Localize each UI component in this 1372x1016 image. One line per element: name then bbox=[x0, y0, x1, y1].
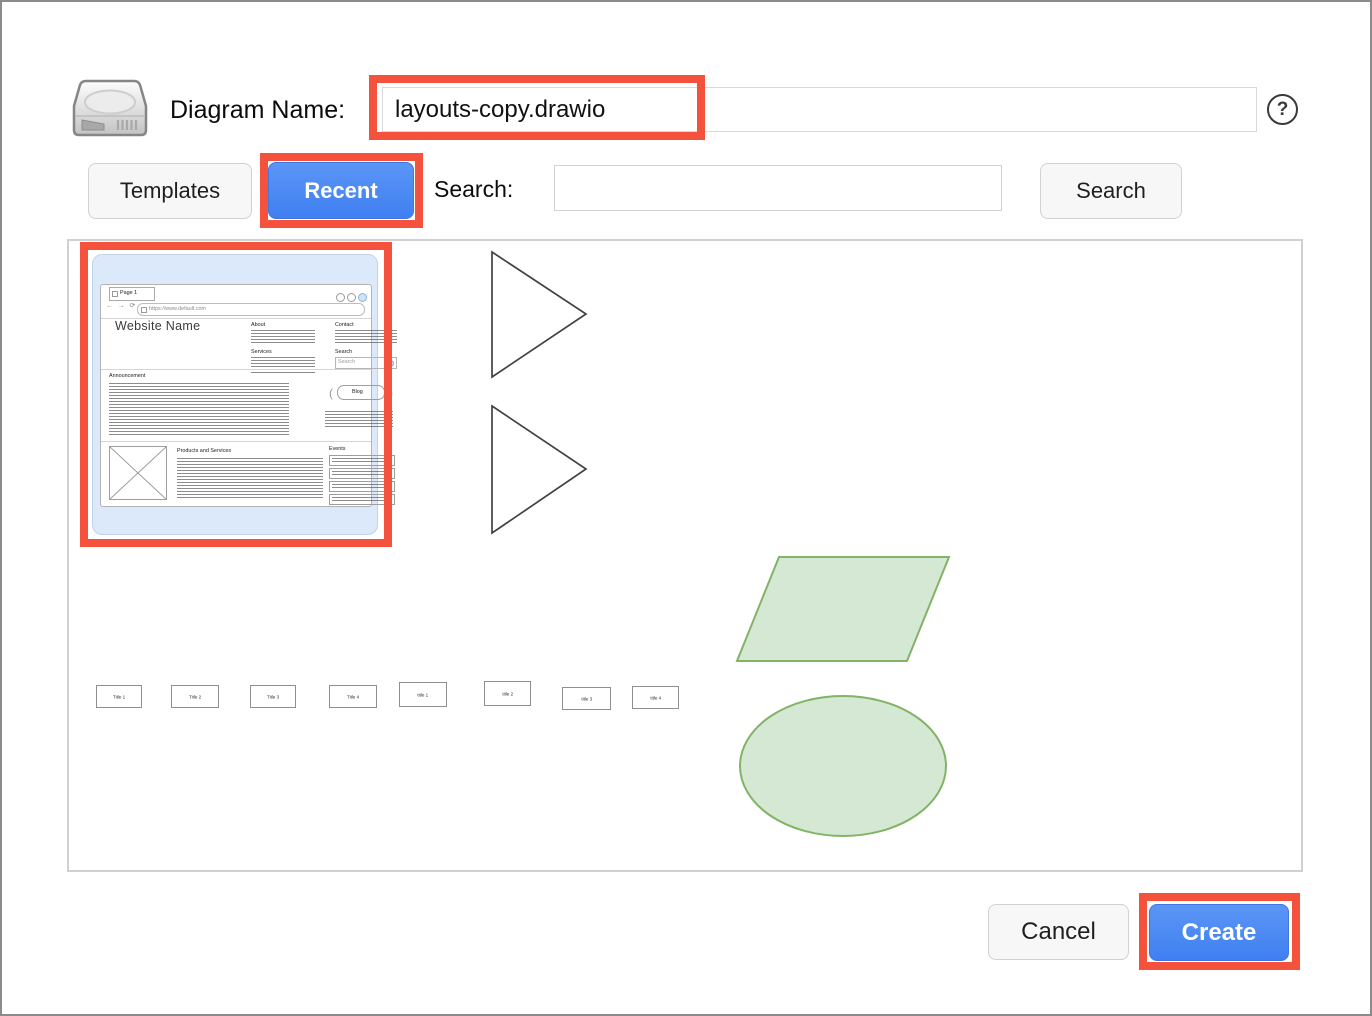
chevron-right-icon: ) bbox=[389, 386, 393, 400]
divider bbox=[101, 441, 371, 442]
mockup-blog-label: Blog bbox=[352, 388, 363, 394]
template-triangle-1[interactable] bbox=[490, 250, 589, 379]
search-button[interactable]: Search bbox=[1040, 163, 1182, 219]
event-item-box bbox=[329, 455, 395, 466]
search-label: Search: bbox=[434, 176, 513, 203]
magnifier-icon bbox=[387, 360, 394, 367]
create-diagram-dialog: Diagram Name: ? Templates Recent Search:… bbox=[0, 0, 1372, 1016]
window-control-icon bbox=[336, 293, 345, 302]
templates-tab-button[interactable]: Templates bbox=[88, 163, 252, 219]
image-placeholder-icon bbox=[109, 446, 167, 500]
mockup-url-text: https://www.default.com bbox=[149, 305, 206, 311]
templates-panel: Page 1 ← → ⟳ https://www.default.com Web… bbox=[67, 239, 1303, 872]
event-item-box bbox=[329, 494, 395, 505]
create-button[interactable]: Create bbox=[1149, 904, 1289, 961]
mockup-browser-window: Page 1 ← → ⟳ https://www.default.com Web… bbox=[100, 284, 372, 507]
divider bbox=[101, 369, 371, 370]
placeholder-text bbox=[251, 330, 315, 344]
mockup-services-heading: Services bbox=[251, 348, 272, 354]
template-ellipse[interactable] bbox=[737, 693, 949, 839]
mockup-search-placeholder: Search bbox=[338, 358, 355, 364]
template-title-box-1[interactable]: Title 1 bbox=[96, 685, 142, 708]
mockup-about-heading: About bbox=[251, 321, 265, 327]
event-item-box bbox=[329, 481, 395, 492]
template-triangle-2[interactable] bbox=[490, 404, 589, 535]
hard-disk-icon bbox=[70, 78, 150, 138]
mockup-products-heading: Products and Services bbox=[177, 447, 231, 453]
template-title-box-7[interactable]: title 3 bbox=[562, 687, 611, 710]
template-parallelogram[interactable] bbox=[735, 555, 951, 664]
window-control-icon bbox=[358, 293, 367, 302]
url-page-icon bbox=[141, 307, 147, 313]
template-title-box-2[interactable]: Title 2 bbox=[171, 685, 219, 708]
mockup-contact-heading: Contact bbox=[335, 321, 354, 327]
placeholder-paragraph bbox=[177, 458, 323, 500]
placeholder-paragraph bbox=[109, 383, 289, 435]
mockup-nav-icons: ← → ⟳ bbox=[106, 302, 137, 310]
mockup-browser-tab: Page 1 bbox=[109, 287, 155, 301]
mockup-search-heading: Search bbox=[335, 348, 352, 354]
mockup-blog-carousel: ( Blog ) bbox=[321, 385, 401, 400]
mockup-announcement-heading: Announcement bbox=[109, 372, 145, 378]
diagram-name-label: Diagram Name: bbox=[170, 96, 345, 125]
placeholder-text bbox=[251, 357, 315, 373]
template-title-box-4[interactable]: Title 4 bbox=[329, 685, 377, 708]
search-input[interactable] bbox=[554, 165, 1002, 211]
window-control-icon bbox=[347, 293, 356, 302]
mockup-search-box: Search bbox=[335, 357, 397, 369]
placeholder-text bbox=[325, 411, 393, 427]
template-title-box-3[interactable]: Title 3 bbox=[250, 685, 296, 708]
mockup-events-heading: Events bbox=[329, 445, 346, 451]
mockup-url-bar: https://www.default.com bbox=[137, 303, 365, 316]
mockup-tab-label: Page 1 bbox=[120, 289, 137, 295]
diagram-name-input[interactable] bbox=[382, 87, 1257, 132]
page-icon bbox=[112, 291, 118, 297]
recent-tab-button[interactable]: Recent bbox=[268, 162, 414, 219]
mockup-site-title: Website Name bbox=[115, 319, 200, 333]
event-item-box bbox=[329, 468, 395, 479]
template-title-box-6[interactable]: title 2 bbox=[484, 681, 531, 706]
placeholder-text bbox=[335, 330, 397, 344]
template-thumbnail-mockup[interactable]: Page 1 ← → ⟳ https://www.default.com Web… bbox=[92, 254, 378, 535]
template-title-box-5[interactable]: title 1 bbox=[399, 682, 447, 707]
cancel-button[interactable]: Cancel bbox=[988, 904, 1129, 960]
template-title-box-8[interactable]: title 4 bbox=[632, 686, 679, 709]
chevron-left-icon: ( bbox=[329, 386, 333, 400]
help-icon[interactable]: ? bbox=[1267, 94, 1298, 125]
